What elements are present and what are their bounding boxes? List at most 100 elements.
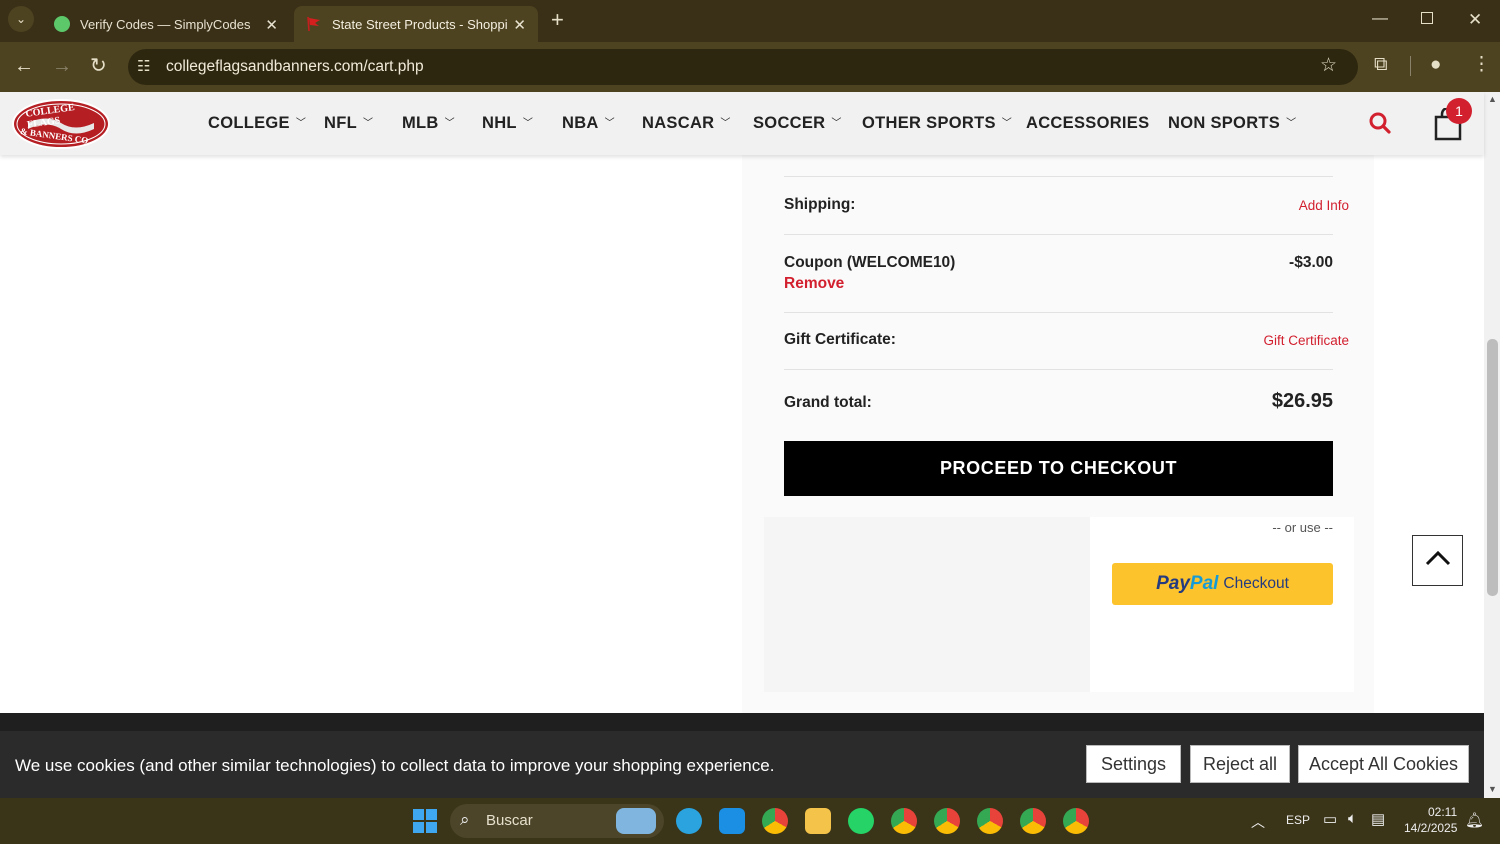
close-tab-icon[interactable]: ✕ — [265, 16, 278, 34]
nav-college[interactable]: COLLEGE ﹀ — [208, 114, 306, 133]
nav-nfl[interactable]: NFL ﹀ — [324, 114, 373, 133]
chevron-down-icon: ﹀ — [362, 118, 374, 129]
cookie-settings-button[interactable]: Settings — [1086, 745, 1181, 783]
windows-start-icon[interactable] — [413, 809, 437, 838]
network-icon[interactable]: ▭ — [1323, 810, 1337, 828]
forward-icon[interactable]: → — [52, 56, 72, 76]
cookie-reject-button[interactable]: Reject all — [1190, 745, 1290, 783]
add-shipping-info-link[interactable]: Add Info — [1299, 198, 1349, 213]
back-to-top-button[interactable] — [1412, 535, 1463, 586]
nav-nba[interactable]: NBA ﹀ — [562, 114, 615, 133]
chrome-profile-icon[interactable] — [934, 808, 960, 834]
restore-icon[interactable] — [1421, 12, 1433, 24]
taskbar-search-box[interactable]: ⌕ Buscar — [450, 804, 664, 838]
coupon-discount-value: -$3.00 — [1289, 254, 1333, 271]
site-info-icon[interactable]: ☷ — [137, 58, 150, 76]
chrome-profile-icon[interactable] — [977, 808, 1003, 834]
paypal-logo-pal: Pal — [1189, 573, 1219, 594]
language-indicator[interactable]: ESP — [1286, 813, 1310, 827]
reload-icon[interactable]: ↻ — [90, 56, 107, 76]
coupon-remove-link[interactable]: Remove — [784, 275, 844, 293]
nav-nascar[interactable]: NASCAR ﹀ — [642, 114, 731, 133]
gift-certificate-label: Gift Certificate: — [784, 331, 896, 348]
nav-label: NFL — [324, 114, 357, 132]
or-use-text: -- or use -- — [1272, 520, 1333, 535]
browser-tab-strip: ⌄ Verify Codes — SimplyCodes ✕ State Str… — [0, 0, 1500, 42]
back-icon[interactable]: ← — [14, 56, 34, 76]
menu-icon[interactable]: ⋮ — [1472, 55, 1491, 74]
cookie-accept-button[interactable]: Accept All Cookies — [1298, 745, 1469, 783]
nav-soccer[interactable]: SOCCER ﹀ — [753, 114, 842, 133]
nav-label: NASCAR — [642, 114, 715, 132]
tab-search-icon[interactable]: ⌄ — [8, 6, 34, 32]
telegram-icon[interactable] — [676, 808, 702, 834]
tray-chevron-up-icon[interactable]: ︿ — [1251, 812, 1265, 832]
nav-label: SOCCER — [753, 114, 826, 132]
nav-non-sports[interactable]: NON SPORTS ﹀ — [1168, 114, 1296, 133]
clock-time[interactable]: 02:11 — [1428, 805, 1457, 819]
search-icon[interactable] — [1368, 111, 1392, 140]
cookie-message: We use cookies (and other similar techno… — [15, 756, 775, 775]
address-bar[interactable]: ☷ collegeflagsandbanners.com/cart.php ☆ — [128, 49, 1358, 85]
nav-nhl[interactable]: NHL ﹀ — [482, 114, 533, 133]
new-tab-icon[interactable]: + — [551, 9, 564, 31]
tab-state-street[interactable]: State Street Products - Shopping C ✕ — [294, 6, 538, 42]
whatsapp-icon[interactable] — [848, 808, 874, 834]
chrome-profile-icon[interactable] — [1020, 808, 1046, 834]
paypal-logo-pay: Pay — [1156, 573, 1190, 594]
cookie-consent-bar: We use cookies (and other similar techno… — [0, 731, 1484, 798]
chrome-profile-icon[interactable] — [891, 808, 917, 834]
chevron-down-icon: ﹀ — [1001, 118, 1013, 129]
grand-total-label: Grand total: — [784, 394, 872, 411]
button-label: Accept All Cookies — [1308, 753, 1459, 774]
taskbar-search-placeholder: Buscar — [486, 812, 533, 829]
c-app-icon[interactable] — [719, 808, 745, 834]
nav-label: NHL — [482, 114, 517, 132]
chrome-profile-icon[interactable] — [1063, 808, 1089, 834]
page-scrollbar[interactable]: ▲ ▼ — [1484, 92, 1500, 798]
clock-date[interactable]: 14/2/2025 — [1404, 821, 1457, 835]
scrollbar-thumb[interactable] — [1487, 339, 1498, 596]
nav-other-sports[interactable]: OTHER SPORTS ﹀ — [862, 114, 1012, 133]
scroll-down-arrow-icon[interactable]: ▼ — [1488, 784, 1497, 794]
summary-divider — [784, 369, 1333, 370]
volume-icon[interactable]: 🔈︎ — [1348, 810, 1357, 827]
windows-taskbar — [0, 798, 1500, 844]
toolbar-separator — [1410, 56, 1411, 76]
nav-mlb[interactable]: MLB ﹀ — [402, 114, 455, 133]
chevron-down-icon: ﹀ — [720, 118, 731, 129]
battery-icon[interactable]: ▤ — [1371, 810, 1385, 828]
url-text[interactable]: collegeflagsandbanners.com/cart.php — [166, 58, 424, 76]
nav-label: ACCESSORIES — [1026, 114, 1150, 132]
scroll-up-arrow-icon[interactable]: ▲ — [1488, 94, 1497, 104]
nav-label: NON SPORTS — [1168, 114, 1281, 132]
paypal-checkout-button[interactable]: Pay Pal Checkout — [1112, 563, 1333, 605]
minimize-icon[interactable]: — — [1372, 10, 1388, 28]
site-logo[interactable]: COLLEGE FLAGS & BANNERS CO. — [12, 99, 110, 149]
extensions-icon[interactable]: ⧉ — [1374, 55, 1388, 74]
summary-divider — [784, 234, 1333, 235]
chevron-up-icon — [1425, 550, 1451, 571]
chrome-icon[interactable] — [762, 808, 788, 834]
proceed-to-checkout-button[interactable]: PROCEED TO CHECKOUT — [784, 441, 1333, 496]
gift-certificate-link[interactable]: Gift Certificate — [1263, 333, 1349, 348]
close-tab-icon[interactable]: ✕ — [513, 16, 526, 34]
simplycodes-favicon-icon — [54, 16, 70, 32]
bookmark-star-icon[interactable]: ☆ — [1320, 56, 1337, 75]
tab-title: Verify Codes — SimplyCodes — [80, 16, 251, 32]
checkout-button-label: PROCEED TO CHECKOUT — [939, 458, 1178, 478]
shipping-label: Shipping: — [784, 196, 856, 213]
nav-label: COLLEGE — [208, 114, 290, 132]
chevron-down-icon: ﹀ — [1286, 118, 1297, 129]
profile-icon[interactable]: ● — [1430, 55, 1441, 74]
coupon-label: Coupon (WELCOME10) — [784, 254, 956, 271]
nav-accessories[interactable]: ACCESSORIES — [1026, 114, 1149, 133]
close-window-icon[interactable]: ✕ — [1468, 11, 1482, 29]
search-highlight-icon — [616, 808, 656, 834]
tab-title: State Street Products - Shopping C — [332, 16, 507, 32]
tab-simplycodes[interactable]: Verify Codes — SimplyCodes ✕ — [42, 6, 290, 42]
file-explorer-icon[interactable] — [805, 808, 831, 834]
summary-divider — [784, 312, 1333, 313]
notification-bell-icon[interactable]: 🔔︎ — [1465, 811, 1484, 829]
chevron-down-icon: ﹀ — [604, 118, 615, 129]
